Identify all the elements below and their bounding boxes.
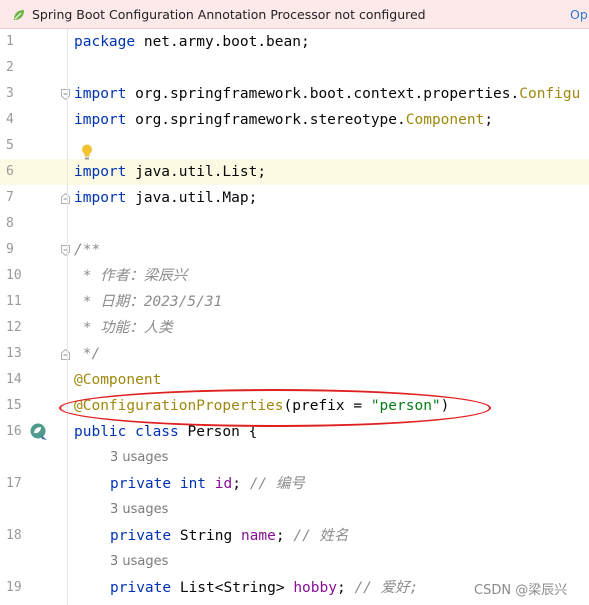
code-line: 7 import java.util.Map;: [0, 185, 589, 211]
code-vision-row: 3 usages: [0, 549, 589, 575]
code-line: 16 public class Person {: [0, 419, 589, 445]
code-line: 13 */: [0, 341, 589, 367]
line-number: 7: [6, 190, 14, 205]
code-line: 18 private String name; // 姓名: [0, 523, 589, 549]
code-line: 11 * 日期：2023/5/31: [0, 289, 589, 315]
fold-icon[interactable]: [61, 245, 70, 256]
line-number: 2: [6, 60, 14, 75]
doc-comment: * 日期：2023/5/31: [74, 294, 223, 310]
fold-icon[interactable]: [61, 349, 70, 360]
code-text: package net.army.boot.bean;: [74, 34, 310, 50]
line-number: 9: [6, 242, 14, 257]
line-number: 19: [6, 580, 22, 595]
usages-hint[interactable]: 3 usages: [110, 445, 168, 471]
code-line-current: 6 import java.util.List;: [0, 159, 589, 185]
doc-comment: /**: [74, 242, 101, 258]
code-text: import java.util.List;: [74, 164, 267, 180]
gutter-divider: [67, 29, 68, 605]
line-number: 5: [6, 138, 14, 153]
line-number: 11: [6, 294, 22, 309]
line-number: 15: [6, 398, 22, 413]
line-number: 4: [6, 112, 14, 127]
notification-banner: Spring Boot Configuration Annotation Pro…: [0, 0, 589, 29]
code-line: 15 @ConfigurationProperties(prefix = "pe…: [0, 393, 589, 419]
line-number: 14: [6, 372, 22, 387]
field-declaration: private int id; // 编号: [110, 476, 305, 492]
fold-icon[interactable]: [61, 193, 70, 204]
code-line: 12 * 功能：人类: [0, 315, 589, 341]
usages-hint[interactable]: 3 usages: [110, 497, 168, 523]
line-number: 8: [6, 216, 14, 231]
spring-bean-icon[interactable]: [29, 422, 49, 442]
bulb-icon[interactable]: [80, 143, 94, 161]
annotation-configuration-properties: @ConfigurationProperties(prefix = "perso…: [74, 398, 450, 414]
code-line: 8: [0, 211, 589, 237]
class-declaration: public class Person {: [74, 424, 258, 440]
line-number: 6: [6, 164, 14, 179]
code-text: import org.springframework.boot.context.…: [74, 86, 581, 102]
code-line: 1 package net.army.boot.bean;: [0, 29, 589, 55]
code-line: 9 /**: [0, 237, 589, 263]
doc-comment: * 功能：人类: [74, 320, 173, 336]
line-number: 3: [6, 86, 14, 101]
code-line: 2: [0, 55, 589, 81]
code-line: 14 @Component: [0, 367, 589, 393]
line-number: 1: [6, 34, 14, 49]
code-line: 10 * 作者：梁辰兴: [0, 263, 589, 289]
code-line: 17 private int id; // 编号: [0, 471, 589, 497]
annotation-component: @Component: [74, 372, 162, 388]
fold-icon[interactable]: [61, 89, 70, 100]
code-line: 3 import org.springframework.boot.contex…: [0, 81, 589, 107]
field-declaration: private String name; // 姓名: [110, 528, 349, 544]
code-line: 4 import org.springframework.stereotype.…: [0, 107, 589, 133]
line-number: 16: [6, 424, 22, 439]
code-vision-row: 3 usages: [0, 445, 589, 471]
field-declaration: private List<String> hobby; // 爱好;: [110, 580, 419, 596]
line-number: 10: [6, 268, 22, 283]
banner-action-link[interactable]: Op: [570, 7, 588, 22]
code-vision-row: 3 usages: [0, 497, 589, 523]
doc-comment: * 作者：梁辰兴: [74, 268, 188, 284]
line-number: 18: [6, 528, 22, 543]
spring-leaf-icon: [14, 10, 24, 20]
line-number: 12: [6, 320, 22, 335]
code-text: import java.util.Map;: [74, 190, 258, 206]
usages-hint[interactable]: 3 usages: [110, 549, 168, 575]
code-text: import org.springframework.stereotype.Co…: [74, 112, 494, 128]
line-number: 17: [6, 476, 22, 491]
doc-comment: */: [74, 346, 101, 362]
watermark: CSDN @梁辰兴: [474, 583, 568, 598]
banner-message: Spring Boot Configuration Annotation Pro…: [32, 7, 426, 22]
code-editor[interactable]: 1 package net.army.boot.bean; 2 3 import…: [0, 29, 589, 605]
line-number: 13: [6, 346, 22, 361]
